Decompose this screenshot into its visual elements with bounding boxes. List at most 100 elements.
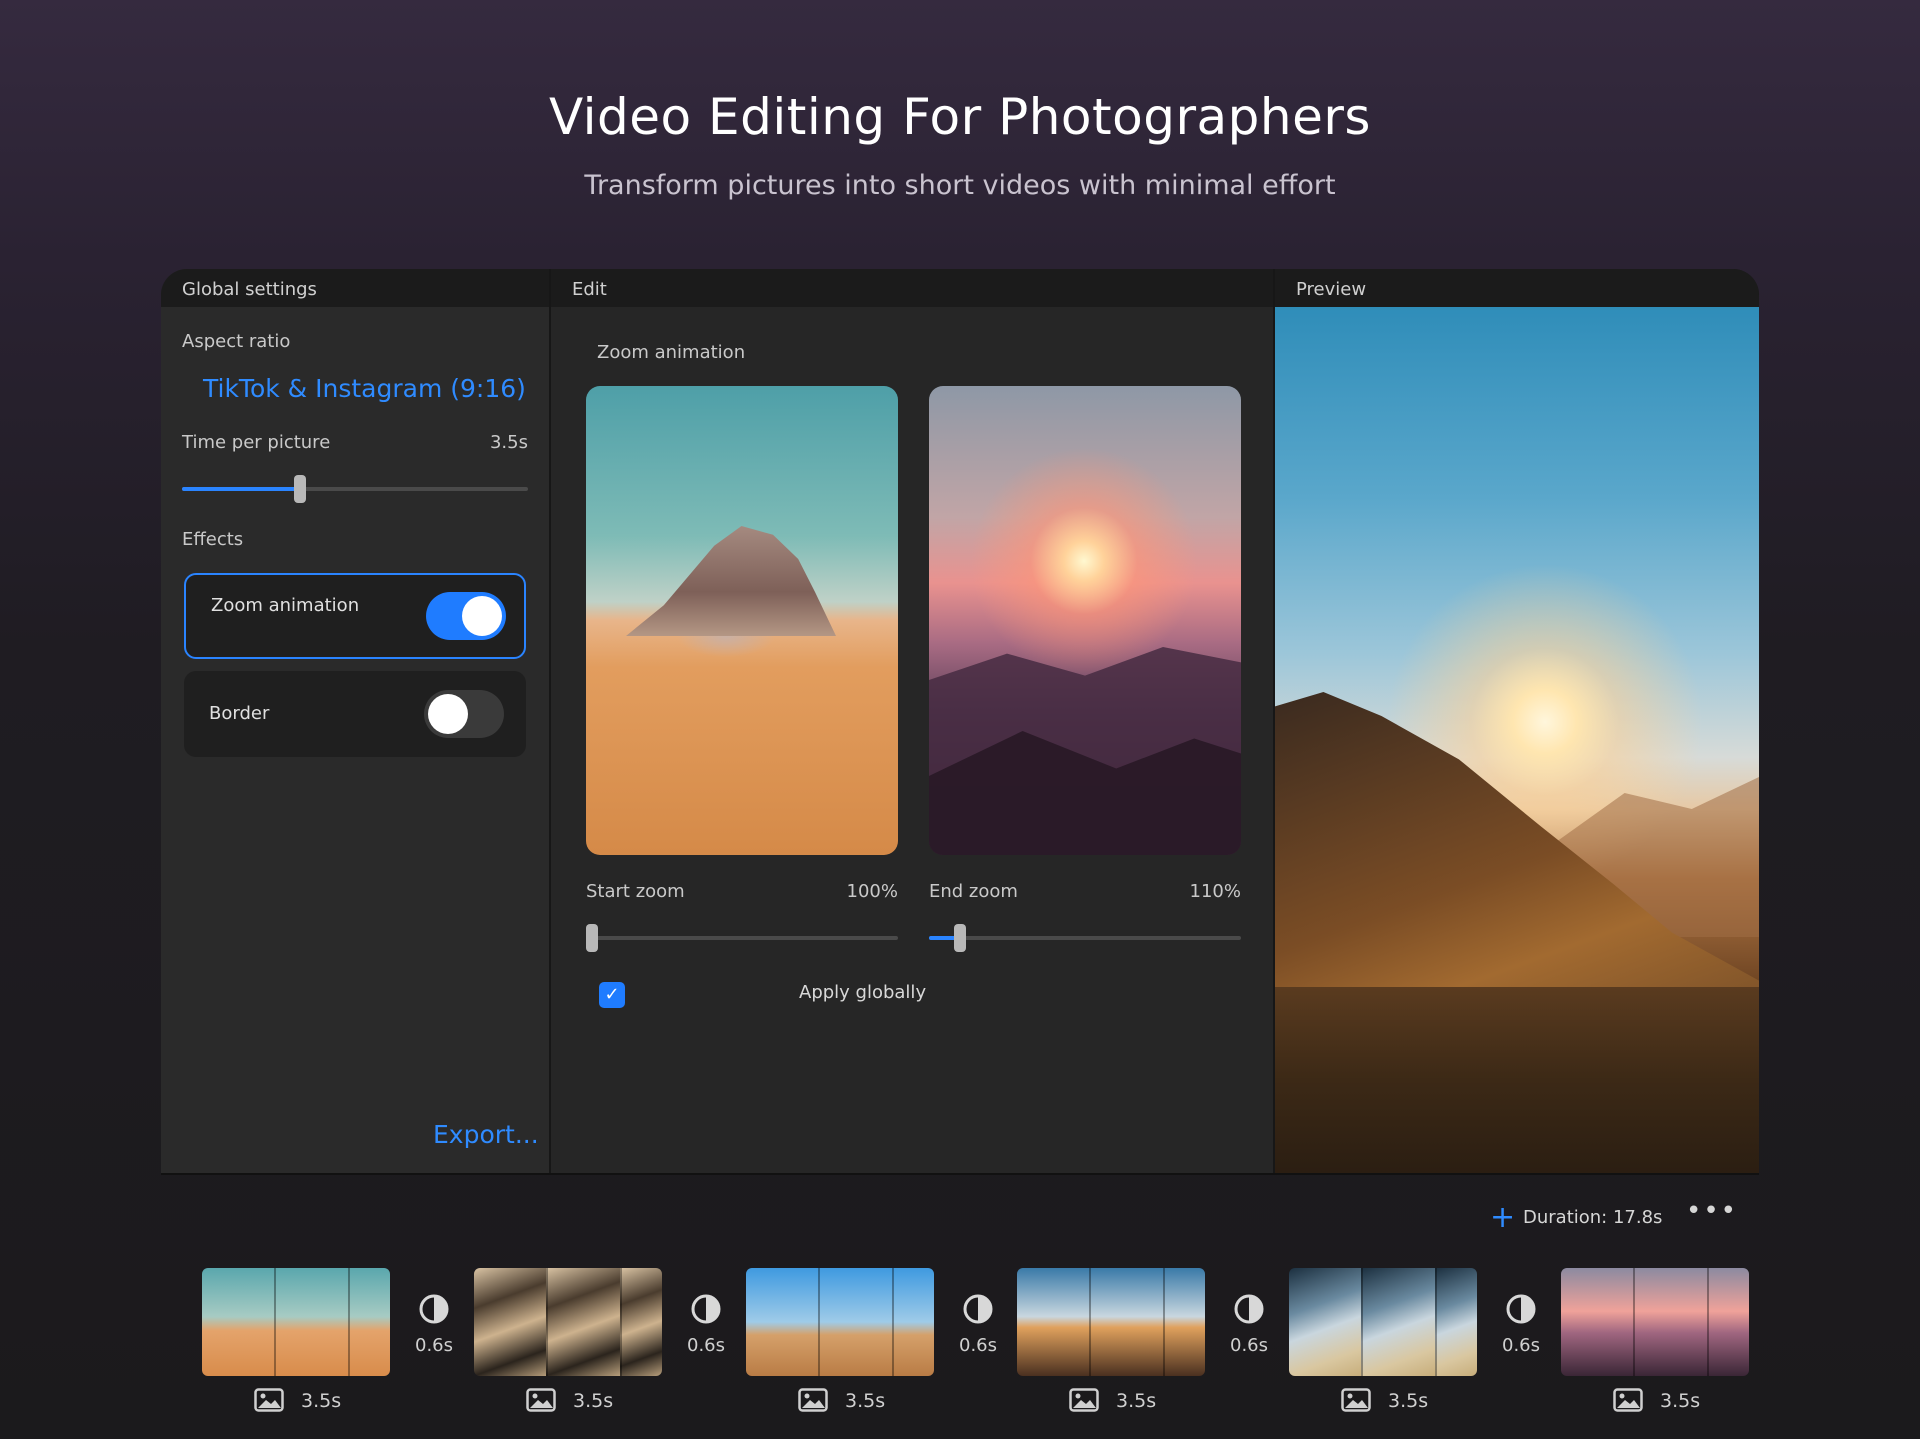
transition-icon[interactable] [1505, 1293, 1537, 1325]
image-icon [254, 1388, 284, 1412]
clip-frame-separator [1707, 1268, 1709, 1376]
clip-frame [1089, 1268, 1163, 1376]
effect-card-border[interactable]: Border [184, 671, 526, 757]
clip-frame [1707, 1268, 1749, 1376]
clip-frame-separator [892, 1268, 894, 1376]
preview-pane: Preview [1275, 269, 1759, 1173]
duration-label: Duration: 17.8s [1523, 1207, 1663, 1228]
clip-duration[interactable]: 3.5s [301, 1390, 341, 1412]
clip-frame [1561, 1268, 1635, 1376]
toggle-knob [462, 596, 502, 636]
image-icon [1069, 1388, 1099, 1412]
clip-frame [746, 1268, 820, 1376]
transition-duration[interactable]: 0.6s [1230, 1335, 1268, 1356]
preview-image [1275, 307, 1759, 1173]
transition-duration[interactable]: 0.6s [959, 1335, 997, 1356]
timeline-clip[interactable] [1561, 1268, 1749, 1376]
clip-duration[interactable]: 3.5s [845, 1390, 885, 1412]
transition-duration[interactable]: 0.6s [415, 1335, 453, 1356]
edit-header: Edit [551, 269, 1273, 307]
global-settings-pane: Global settings Aspect ratio TikTok & In… [161, 269, 549, 1173]
timeline-clip[interactable] [1289, 1268, 1477, 1376]
aspect-ratio-label: Aspect ratio [182, 331, 291, 352]
hero-subtitle: Transform pictures into short videos wit… [584, 170, 1336, 201]
clip-frame-separator [620, 1268, 622, 1376]
transition-duration[interactable]: 0.6s [687, 1335, 725, 1356]
clip-frame-separator [546, 1268, 548, 1376]
transition-duration[interactable]: 0.6s [1502, 1335, 1540, 1356]
effect-card-zoom-animation[interactable]: Zoom animation [184, 573, 526, 659]
time-per-picture-value: 3.5s [489, 432, 528, 453]
more-icon[interactable]: ••• [1686, 1196, 1738, 1226]
border-toggle[interactable] [424, 690, 504, 738]
start-zoom-slider-thumb[interactable] [586, 924, 598, 952]
clip-frame [1017, 1268, 1091, 1376]
clip-frame-separator [1163, 1268, 1165, 1376]
clip-frame-separator [818, 1268, 820, 1376]
preview-header: Preview [1275, 269, 1759, 307]
clip-duration[interactable]: 3.5s [573, 1390, 613, 1412]
image-icon [798, 1388, 828, 1412]
image-icon [1613, 1388, 1643, 1412]
effect-label-zoom-animation: Zoom animation [211, 595, 360, 616]
clip-frame-separator [1361, 1268, 1363, 1376]
ground [1275, 987, 1759, 1173]
time-per-picture-label: Time per picture [182, 432, 331, 453]
zoom-animation-section-title: Zoom animation [597, 342, 746, 363]
clip-duration[interactable]: 3.5s [1116, 1390, 1156, 1412]
checkmark-icon: ✓ [604, 984, 620, 1005]
clip-frame [1435, 1268, 1477, 1376]
timeline-clip[interactable] [746, 1268, 934, 1376]
transition-icon[interactable] [962, 1293, 994, 1325]
plus-icon[interactable]: + [1490, 1200, 1515, 1235]
image-icon [1341, 1388, 1371, 1412]
start-zoom-label: Start zoom [586, 881, 685, 902]
image-icon [526, 1388, 556, 1412]
apply-globally-checkbox[interactable]: ✓ [599, 982, 625, 1008]
timeline-clip[interactable] [1017, 1268, 1205, 1376]
clip-frame [620, 1268, 662, 1376]
clip-frame [274, 1268, 348, 1376]
clip-frame [1289, 1268, 1363, 1376]
clip-frame-separator [1435, 1268, 1437, 1376]
zoom-animation-toggle[interactable] [426, 592, 506, 640]
end-zoom-photo[interactable] [929, 386, 1241, 855]
clip-frame-separator [1633, 1268, 1635, 1376]
time-per-picture-slider-thumb[interactable] [293, 475, 306, 503]
clip-duration[interactable]: 3.5s [1388, 1390, 1428, 1412]
end-zoom-slider[interactable] [929, 924, 1241, 952]
clip-frame [1361, 1268, 1435, 1376]
end-zoom-label: End zoom [929, 881, 1018, 902]
clip-frame [892, 1268, 934, 1376]
timeline-clip[interactable] [202, 1268, 390, 1376]
time-per-picture-slider[interactable] [182, 475, 528, 503]
rock-formation [626, 526, 836, 636]
end-zoom-value: 110% [1189, 881, 1241, 902]
export-button[interactable]: Export... [433, 1120, 539, 1149]
transition-icon[interactable] [690, 1293, 722, 1325]
clip-frame [202, 1268, 276, 1376]
toggle-knob [428, 694, 468, 734]
timeline-clip[interactable] [474, 1268, 662, 1376]
transition-icon[interactable] [418, 1293, 450, 1325]
time-per-picture-slider-fill [182, 487, 300, 491]
global-settings-header: Global settings [161, 269, 549, 307]
clip-frame [474, 1268, 548, 1376]
timeline-divider [161, 1173, 1759, 1175]
start-zoom-value: 100% [846, 881, 898, 902]
apply-globally-label: Apply globally [799, 982, 927, 1003]
clip-frame [348, 1268, 390, 1376]
aspect-ratio-selector[interactable]: TikTok & Instagram (9:16) [203, 374, 526, 403]
clip-frame [818, 1268, 892, 1376]
effect-label-border: Border [209, 703, 270, 724]
edit-pane: Edit Zoom animation Start zoom 100% End … [551, 269, 1273, 1173]
clip-frame-separator [1089, 1268, 1091, 1376]
start-zoom-photo[interactable] [586, 386, 898, 855]
start-zoom-slider[interactable] [586, 924, 898, 952]
app-window: Global settings Aspect ratio TikTok & In… [161, 269, 1759, 1173]
clip-frame [546, 1268, 620, 1376]
transition-icon[interactable] [1233, 1293, 1265, 1325]
end-zoom-slider-thumb[interactable] [954, 924, 967, 952]
clip-duration[interactable]: 3.5s [1660, 1390, 1700, 1412]
clip-frame-separator [348, 1268, 350, 1376]
